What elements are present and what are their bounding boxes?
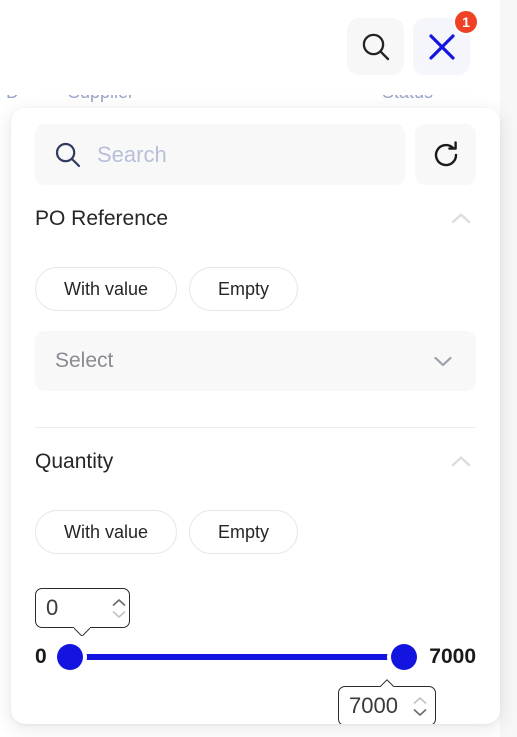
quantity-lower-value: 0 — [46, 595, 59, 620]
quantity-slider-upper-handle[interactable] — [391, 644, 418, 670]
filter-search-placeholder: Search — [97, 141, 167, 167]
refresh-icon — [430, 139, 462, 171]
po-reference-with-value-pill[interactable]: With value — [35, 267, 178, 311]
quantity-range-slider: 0 0 7000 7000 — [35, 588, 476, 724]
filter-group-header-quantity[interactable]: Quantity — [35, 438, 476, 486]
po-reference-select-placeholder: Select — [55, 349, 114, 372]
quantity-empty-pill[interactable]: Empty — [189, 510, 299, 554]
filter-group-header-po-reference[interactable]: PO Reference — [35, 195, 476, 243]
tooltip-pointer-down-icon — [74, 627, 90, 636]
quantity-upper-value: 7000 — [349, 693, 398, 718]
quantity-lower-value-input[interactable]: 0 — [35, 588, 130, 628]
search-icon — [359, 30, 393, 64]
stepper-arrows-icon[interactable] — [110, 597, 128, 620]
filter-group-title: PO Reference — [35, 207, 169, 230]
active-filter-count-badge: 1 — [453, 9, 479, 35]
filter-group-title: Quantity — [35, 450, 114, 473]
quantity-slider-row: 0 7000 — [35, 644, 476, 670]
quantity-with-value-pill[interactable]: With value — [35, 510, 178, 554]
filter-panel: Search PO Reference With value Empty Sel… — [11, 108, 500, 724]
filter-group-quantity: Quantity With value Empty 0 0 7000 7000 — [35, 428, 476, 724]
po-reference-value-filters: With value Empty — [35, 267, 476, 311]
po-reference-empty-pill[interactable]: Empty — [189, 267, 299, 311]
chevron-up-icon[interactable] — [446, 204, 476, 234]
tooltip-pointer-up-icon — [379, 678, 395, 687]
stepper-arrows-icon[interactable] — [411, 695, 429, 718]
close-icon — [425, 30, 459, 64]
chevron-down-icon — [430, 348, 456, 374]
quantity-slider-selected-range — [68, 654, 406, 660]
quantity-slider-track[interactable] — [56, 644, 418, 670]
filter-refresh-button[interactable] — [415, 124, 476, 185]
quantity-slider-lower-handle[interactable] — [56, 644, 83, 670]
search-icon — [53, 140, 83, 170]
page-right-gutter — [500, 0, 517, 737]
quantity-range-max-label: 7000 — [429, 645, 476, 668]
quantity-upper-value-input[interactable]: 7000 — [338, 686, 436, 724]
filter-search-field[interactable]: Search — [35, 124, 405, 185]
chevron-up-icon[interactable] — [446, 447, 476, 477]
filter-search-row: Search — [35, 124, 476, 185]
top-action-bar: 1 — [347, 9, 479, 75]
quantity-value-filters: With value Empty — [35, 510, 476, 554]
po-reference-select[interactable]: Select — [35, 331, 476, 391]
quantity-range-min-label: 0 — [35, 645, 47, 668]
filter-panel-body: Search PO Reference With value Empty Sel… — [11, 108, 500, 724]
close-panel-button[interactable]: 1 — [413, 9, 479, 75]
filter-group-po-reference: PO Reference With value Empty Select — [35, 185, 476, 391]
search-toggle-button[interactable] — [347, 18, 404, 75]
